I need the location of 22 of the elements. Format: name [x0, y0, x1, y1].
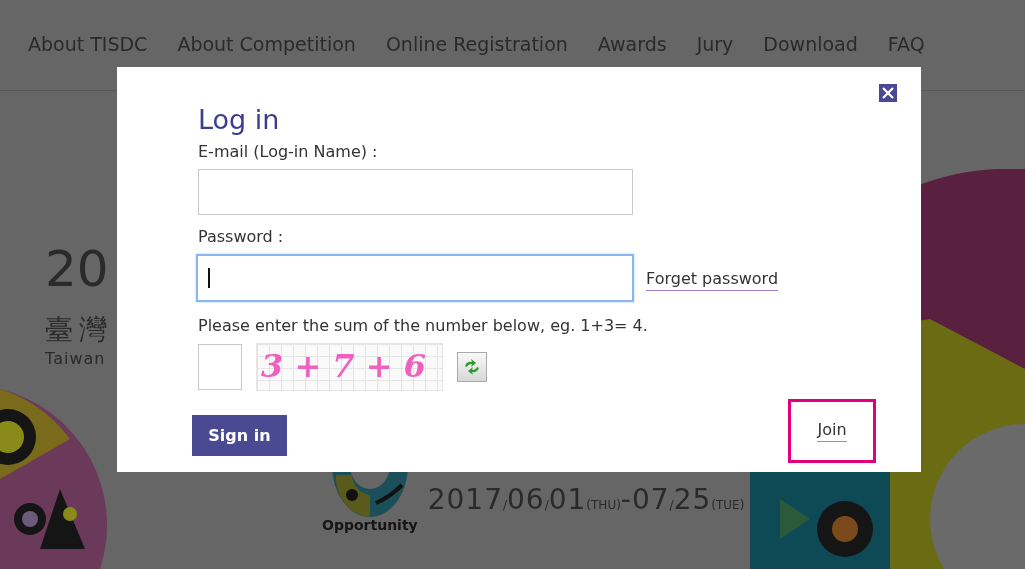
refresh-arrows-icon — [462, 357, 482, 377]
refresh-button[interactable] — [457, 352, 487, 382]
nav-link[interactable]: About TISDC — [28, 33, 148, 90]
title-text: 臺灣 — [45, 312, 113, 348]
email-field[interactable] — [198, 169, 633, 215]
password-field[interactable] — [196, 254, 634, 302]
join-link[interactable]: Join — [817, 420, 847, 442]
text-cursor — [208, 268, 210, 288]
field-label: E-mail (Log-in Name) : — [198, 142, 379, 161]
sign-in-button[interactable]: Sign in — [192, 415, 287, 456]
forgot-password-link[interactable]: Forget password — [646, 269, 779, 291]
logo-caption: Opportunity — [322, 517, 418, 533]
field-label: Password : — [198, 227, 285, 246]
close-button[interactable] — [879, 84, 897, 102]
year-heading: 20 — [45, 241, 109, 297]
subtitle-text: Taiwan — [45, 349, 106, 368]
dialog-title: Log in — [198, 103, 281, 137]
close-icon — [879, 84, 897, 102]
captcha-instructions: Please enter the sum of the number below, eg. 1+3= 4. — [198, 316, 649, 335]
answer-field[interactable] — [198, 344, 242, 390]
captcha-image: 3 + 7 + 6 — [256, 343, 443, 391]
date-text: 2017/06/01(THU)-07/25(TUE) — [427, 483, 745, 516]
